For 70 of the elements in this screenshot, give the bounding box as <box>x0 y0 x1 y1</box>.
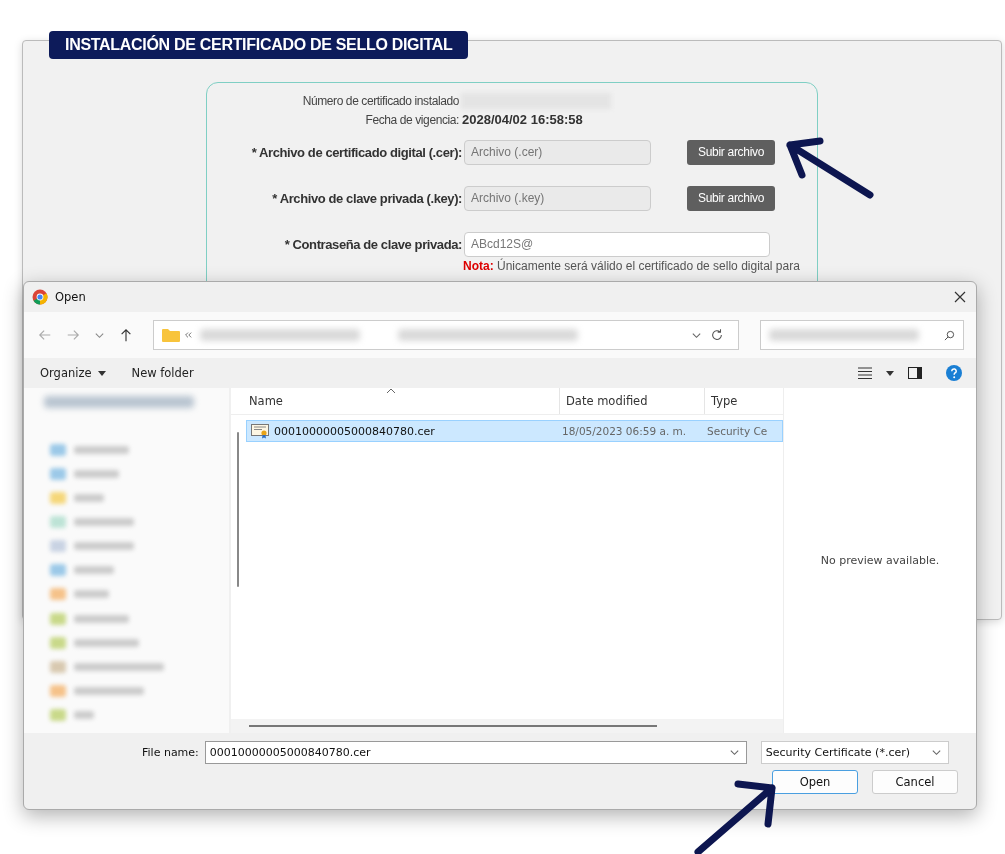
new-folder-button[interactable]: New folder <box>125 364 200 382</box>
redacted-item <box>74 590 109 599</box>
up-arrow-icon[interactable] <box>119 328 133 342</box>
chevron-down-icon <box>728 747 740 758</box>
organize-button[interactable]: Organize <box>34 364 112 382</box>
dialog-button[interactable]: Cancel <box>872 770 958 794</box>
dialog-button[interactable]: Open <box>772 770 858 794</box>
file-type-dropdown[interactable]: Security Certificate (*.cer) <box>760 741 949 764</box>
redacted-item <box>74 494 104 503</box>
scrollbar[interactable] <box>249 725 657 727</box>
file-name-field[interactable]: 00010000005000840780.cer <box>204 741 747 764</box>
redacted-item <box>74 518 134 527</box>
redacted-icon <box>50 708 66 721</box>
expiry-label: Fecha de vigencia: <box>364 112 459 127</box>
redacted-item <box>74 542 134 551</box>
redacted-item <box>74 445 129 454</box>
view-list-icon[interactable] <box>858 367 872 379</box>
double-chevron-icon <box>184 331 192 339</box>
redacted-icon <box>50 660 66 673</box>
search-icon <box>944 329 955 341</box>
column-header[interactable]: Name <box>231 388 559 414</box>
folder-icon <box>162 328 180 342</box>
section-title: INSTALACIÓN DE CERTIFICADO DE SELLO DIGITAL <box>49 31 469 59</box>
field-label: * Archivo de certificado digital (.cer): <box>250 144 462 160</box>
refresh-icon[interactable] <box>710 328 724 342</box>
scrollbar[interactable] <box>237 432 239 587</box>
redacted-icon <box>50 588 66 601</box>
field-label: * Contraseña de clave privada: <box>283 236 462 252</box>
column-header[interactable]: Date modified <box>559 388 704 414</box>
upload-button[interactable]: Subir archivo <box>687 185 776 211</box>
preview-message: No preview available. <box>820 554 940 567</box>
caret-icon[interactable] <box>886 370 894 376</box>
search-field[interactable] <box>760 320 964 350</box>
caret-icon <box>97 370 106 376</box>
file-name: 00010000005000840780.cer <box>274 424 435 438</box>
upload-button[interactable]: Subir archivo <box>687 139 776 165</box>
file-name-label: File name: <box>142 746 199 759</box>
redacted-item <box>74 469 119 478</box>
note-text: Nota: Únicamente será válido el certificado de sello digital para <box>463 259 801 273</box>
help-icon[interactable] <box>946 365 962 381</box>
file-row[interactable]: 00010000005000840780.cer 18/05/2023 06:59 a. m. Security Ce <box>246 420 783 442</box>
redacted-icon <box>50 492 66 505</box>
certificate-icon <box>251 423 269 439</box>
redacted-icon <box>50 564 66 577</box>
forward-arrow-icon[interactable] <box>66 328 80 342</box>
preview-pane-icon[interactable] <box>908 367 922 379</box>
redacted-icon <box>50 443 66 456</box>
redacted-icon <box>50 636 66 649</box>
expiry-date: 2028/04/02 16:58:58 <box>462 112 583 127</box>
redacted-item <box>74 566 114 575</box>
redacted-icon <box>50 467 66 480</box>
password-field[interactable]: ABcd12S@ <box>464 231 770 257</box>
redacted-item <box>74 686 144 695</box>
file-type: Security Ce <box>707 425 769 437</box>
redacted-item <box>74 638 139 647</box>
sort-caret-icon <box>386 388 396 394</box>
dialog-title: Open <box>55 290 86 304</box>
installed-number-label: Número de certificado instalado <box>301 93 459 108</box>
chevron-down-icon <box>930 747 942 758</box>
redacted-icon <box>50 516 66 529</box>
redacted-item <box>74 710 94 719</box>
field-label: * Archivo de clave privada (.key): <box>271 190 462 206</box>
back-arrow-icon[interactable] <box>38 328 52 342</box>
redacted-icon <box>50 684 66 697</box>
redacted-icon <box>50 612 66 625</box>
browser-icon <box>32 289 48 305</box>
redacted-icon <box>50 540 66 553</box>
redacted-item <box>74 614 129 623</box>
file-date: 18/05/2023 06:59 a. m. <box>561 425 688 437</box>
close-icon[interactable] <box>954 291 966 303</box>
